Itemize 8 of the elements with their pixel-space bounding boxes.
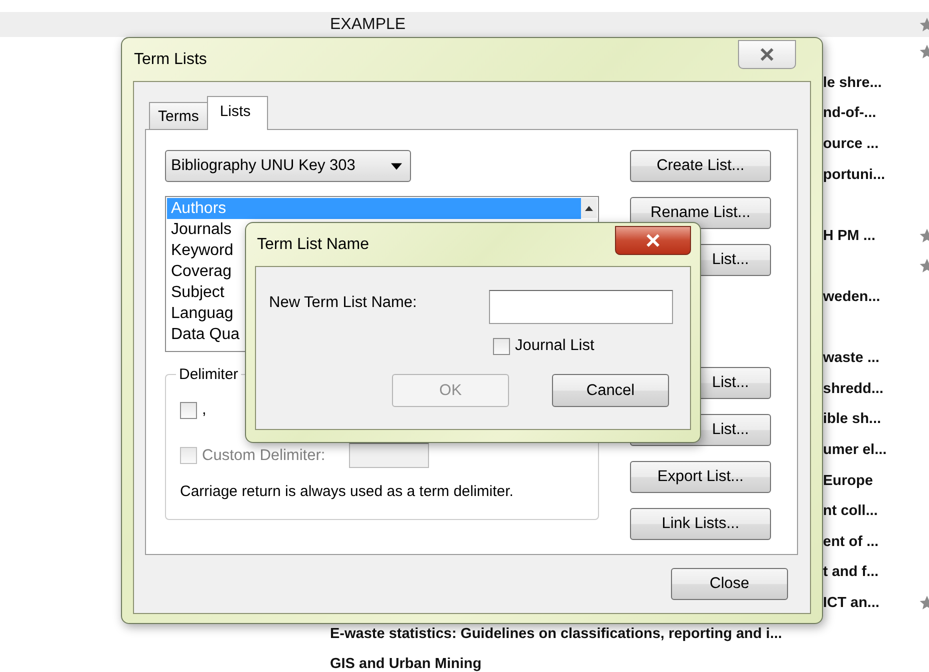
window-title: Term List Name	[257, 236, 370, 254]
checkbox-label: ,	[202, 401, 206, 419]
column-header: EXAMPLE	[330, 16, 406, 34]
checkbox-label: Custom Delimiter:	[202, 446, 326, 464]
field-label: New Term List Name:	[269, 294, 417, 312]
window-title: Term Lists	[134, 51, 207, 69]
note-text: Carriage return is always used as a term delimiter.	[180, 483, 514, 500]
checkbox-label: Journal List	[515, 337, 594, 355]
